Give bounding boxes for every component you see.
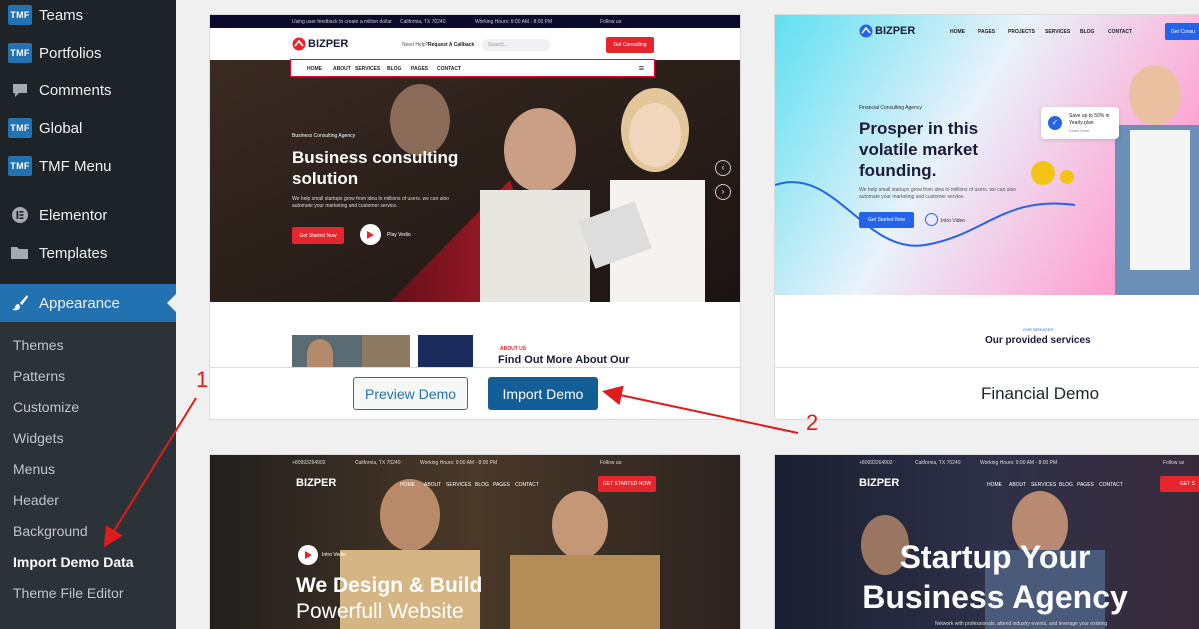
- menu-item-tmf-menu[interactable]: TMF TMF Menu: [0, 147, 176, 185]
- card-actions: Financial Demo: [775, 367, 1199, 419]
- hero-image: ‹ ›: [210, 60, 740, 302]
- about-tag: ABOUT US: [500, 346, 527, 352]
- demo-screenshot[interactable]: +80993264902 California, TX 70240 Workin…: [210, 455, 740, 629]
- demo-card-startup: +80993264902 California, TX 70240 Workin…: [774, 454, 1199, 629]
- paintbrush-icon: [8, 293, 32, 313]
- hero-title: Business consulting solution: [292, 148, 459, 188]
- slider-next[interactable]: ›: [715, 184, 731, 200]
- demo-screenshot[interactable]: Using user feedback to create a million …: [210, 15, 740, 369]
- about-image-2: [418, 335, 473, 369]
- menu-label: Global: [39, 119, 83, 137]
- menu-item-portfolios[interactable]: TMF Portfolios: [0, 34, 176, 72]
- get-started-button[interactable]: Get Started Now: [859, 212, 914, 228]
- menu-item-comments[interactable]: Comments: [0, 71, 176, 109]
- slider-prev[interactable]: ‹: [715, 160, 731, 176]
- submenu-themes[interactable]: Themes: [13, 337, 64, 353]
- card-actions: Preview Demo Import Demo: [210, 367, 740, 419]
- menu-label: TMF Menu: [39, 157, 112, 175]
- admin-sidebar: TMF Teams TMF Portfolios Comments TMF Gl…: [0, 0, 176, 629]
- demo-card-business: Using user feedback to create a million …: [209, 14, 741, 420]
- appearance-submenu: Themes Patterns Customize Widgets Menus …: [0, 322, 176, 629]
- about-title: Find Out More About Our: [498, 354, 630, 366]
- play-icon[interactable]: [298, 545, 318, 565]
- submenu-import-demo-data[interactable]: Import Demo Data: [13, 554, 134, 570]
- active-indicator: [167, 294, 176, 312]
- submenu-menus[interactable]: Menus: [13, 461, 55, 477]
- get-started-button[interactable]: Get Started Now: [292, 227, 344, 244]
- import-demo-button[interactable]: Import Demo: [488, 377, 598, 410]
- about-image: [292, 335, 410, 369]
- menu-item-templates[interactable]: Templates: [0, 234, 176, 272]
- submenu-background[interactable]: Background: [13, 523, 88, 539]
- check-icon: ✓: [1048, 116, 1062, 130]
- menu-label: Elementor: [39, 206, 108, 224]
- services-tag: OUR SERVICES: [1023, 327, 1054, 332]
- menu-item-global[interactable]: TMF Global: [0, 109, 176, 147]
- get-consulting-button[interactable]: Get Consu: [1165, 23, 1199, 40]
- submenu-widgets[interactable]: Widgets: [13, 430, 64, 446]
- demo-screenshot[interactable]: +80993264902 California, TX 70240 Workin…: [775, 455, 1199, 629]
- elementor-icon: [8, 205, 32, 225]
- submenu-patterns[interactable]: Patterns: [13, 368, 65, 384]
- annotation-label-1: 1: [196, 367, 209, 392]
- get-consulting-button[interactable]: Get Consulting: [606, 37, 654, 53]
- menu-item-elementor[interactable]: Elementor: [0, 196, 176, 234]
- menu-label: Appearance: [39, 294, 120, 312]
- menu-item-appearance[interactable]: Appearance: [0, 284, 176, 322]
- submenu-customize[interactable]: Customize: [13, 399, 79, 415]
- tmf-icon: TMF: [8, 5, 32, 25]
- hero-title: Prosper in this volatile market founding…: [859, 119, 979, 180]
- demo-name: Financial Demo: [980, 384, 1100, 403]
- menu-label: Portfolios: [39, 44, 102, 62]
- top-bar: Using user feedback to create a million …: [210, 15, 740, 28]
- search-box[interactable]: Search...: [482, 39, 550, 51]
- menu-label: Teams: [39, 6, 84, 24]
- brand-logo: BIZPER: [296, 477, 337, 489]
- brand-logo: BIZPER: [292, 37, 348, 51]
- tmf-icon: TMF: [8, 118, 32, 138]
- get-started-button[interactable]: GET S: [1160, 476, 1199, 492]
- menu-item-teams[interactable]: TMF Teams: [0, 0, 176, 34]
- demo-card-financial: BIZPER HOME PAGES PROJECTS SERVICES BLOG…: [774, 14, 1199, 420]
- hero-title: We Design & Build Powerfull Website: [296, 574, 483, 623]
- tmf-icon: TMF: [8, 156, 32, 176]
- services-title: Our provided services: [985, 335, 1091, 346]
- hero-title: Startup Your Business Agency: [862, 539, 1128, 615]
- tmf-icon: TMF: [8, 43, 32, 63]
- annotation-label-2: 2: [806, 410, 819, 435]
- submenu-header[interactable]: Header: [13, 492, 59, 508]
- folder-icon: [8, 243, 32, 263]
- main-nav: HOME ABOUT SERVICES BLOG PAGES CONTACT ≡: [290, 59, 655, 77]
- menu-label: Templates: [39, 244, 108, 262]
- menu-label: Comments: [39, 81, 112, 99]
- hamburger-icon: ≡: [638, 63, 644, 73]
- savings-badge: ✓ Save up to 50% in Yearly plan Learn Mo…: [1041, 107, 1119, 139]
- brand-logo: BIZPER: [859, 24, 915, 38]
- demo-card-design: +80993264902 California, TX 70240 Workin…: [209, 454, 741, 629]
- get-started-button[interactable]: GET STARTED NOW: [598, 476, 656, 492]
- submenu-theme-file-editor[interactable]: Theme File Editor: [13, 585, 123, 601]
- comment-icon: [8, 80, 32, 100]
- play-icon[interactable]: [925, 213, 938, 226]
- demo-screenshot[interactable]: BIZPER HOME PAGES PROJECTS SERVICES BLOG…: [775, 15, 1199, 369]
- brand-logo: BIZPER: [859, 477, 900, 489]
- preview-demo-button[interactable]: Preview Demo: [353, 377, 468, 410]
- play-icon[interactable]: [360, 224, 381, 245]
